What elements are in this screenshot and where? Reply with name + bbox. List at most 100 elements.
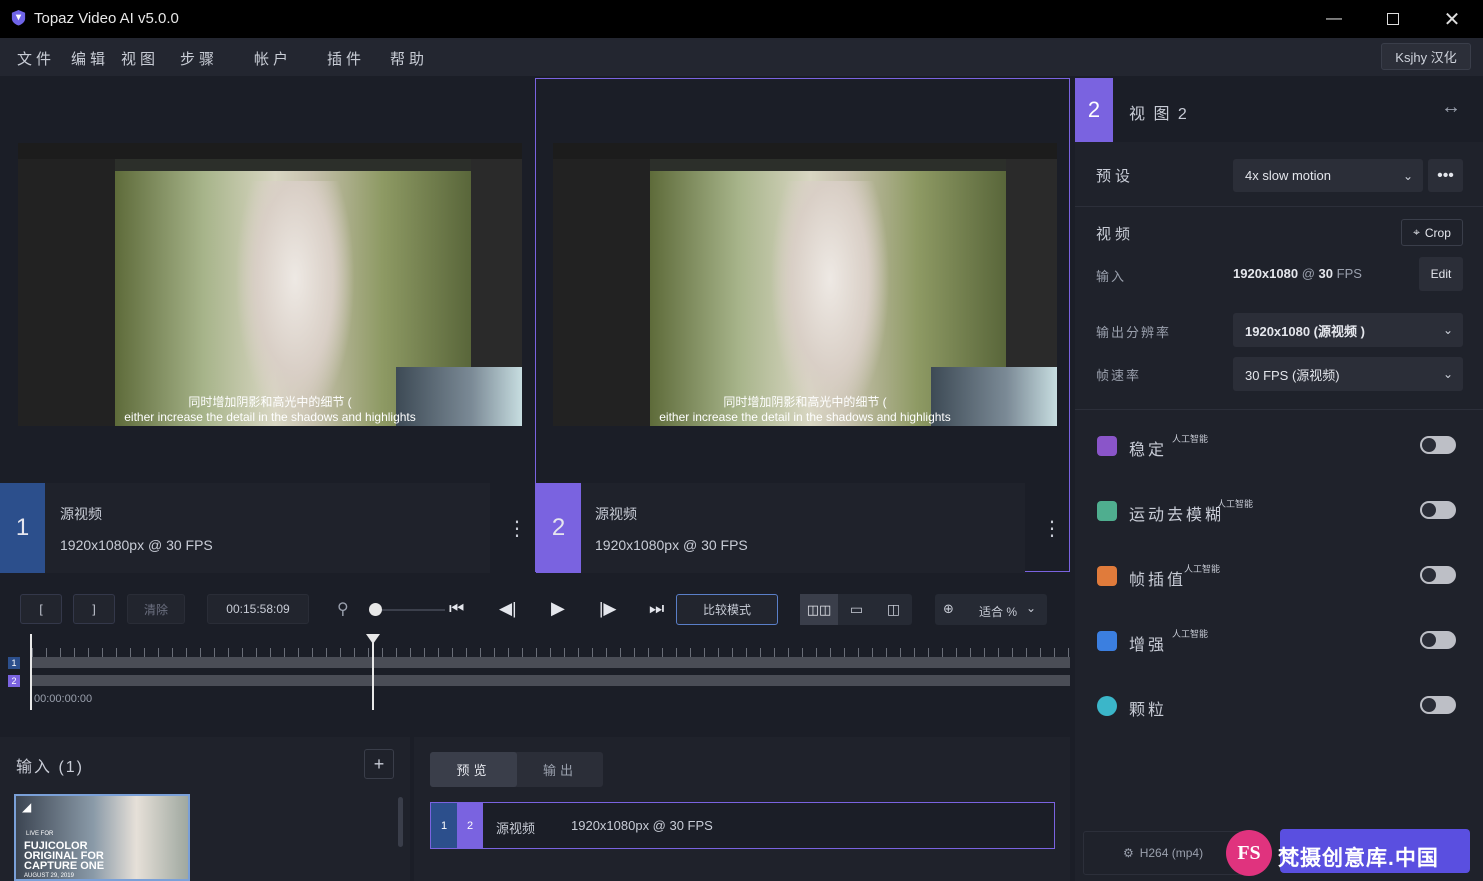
- zoom-slider-handle[interactable]: [369, 603, 382, 616]
- menu-plugins[interactable]: 插件: [327, 48, 365, 69]
- watermark-logo: FS: [1226, 830, 1272, 876]
- minimize-button[interactable]: —: [1304, 0, 1364, 38]
- grain-toggle[interactable]: [1420, 696, 1456, 714]
- timecode-field[interactable]: 00:15:58:09: [207, 594, 309, 624]
- feature-label: 运动去模糊: [1129, 507, 1225, 524]
- window-title: Topaz Video AI v5.0.0: [34, 10, 179, 27]
- frame-interpolation-toggle[interactable]: [1420, 566, 1456, 584]
- user-button[interactable]: Ksjhy 汉化: [1381, 43, 1471, 70]
- menu-view[interactable]: 视图: [121, 48, 159, 69]
- enhance-icon: [1097, 631, 1117, 651]
- title-bar: Topaz Video AI v5.0.0 — ✕: [0, 0, 1483, 38]
- compare-mode-button[interactable]: 比较模式: [676, 594, 778, 625]
- stabilize-icon: [1097, 436, 1117, 456]
- menu-file[interactable]: 文件: [17, 48, 55, 69]
- view-info-1: 1 源视频 1920x1080px @ 30 FPS: [0, 483, 490, 573]
- view-options-icon[interactable]: ⋮: [1042, 516, 1062, 541]
- motion-deblur-toggle[interactable]: [1420, 501, 1456, 519]
- feature-grain: 颗粒: [1075, 684, 1483, 749]
- side-by-side-icon[interactable]: ◫◫: [800, 594, 838, 625]
- subject-figure: [770, 181, 890, 426]
- view-info-2: 2 源视频 1920x1080px @ 30 FPS: [536, 483, 1025, 573]
- view-number-badge: 2: [1075, 78, 1113, 142]
- skip-to-end-icon[interactable]: ⏭: [649, 599, 664, 619]
- input-thumbnail[interactable]: ◢ LIVE FOR FUJICOLOR ORIGINAL FOR CAPTUR…: [14, 794, 190, 881]
- crop-button[interactable]: ⌖ Crop: [1401, 219, 1463, 246]
- codec-selector[interactable]: ⚙ H264 (mp4): [1083, 831, 1243, 875]
- edit-input-button[interactable]: Edit: [1419, 257, 1463, 291]
- view-options-icon[interactable]: ⋮: [507, 516, 527, 541]
- track-1[interactable]: [32, 657, 1070, 668]
- video-editor-toolbar: [18, 143, 522, 159]
- close-icon: ✕: [1443, 8, 1461, 31]
- ai-tag: 人工智能: [1184, 564, 1221, 574]
- chevron-down-icon: ⌄: [1402, 168, 1413, 183]
- in-point-marker[interactable]: [30, 634, 32, 710]
- zoom-icon: ⊕: [943, 601, 954, 616]
- step-back-icon[interactable]: ◀|: [499, 599, 517, 619]
- zoom-fit-select[interactable]: ⊕ 适合 % ⌄: [935, 594, 1047, 625]
- input-resolution: 1920x1080: [1233, 266, 1299, 281]
- menu-account[interactable]: 帐户: [254, 48, 292, 69]
- skip-to-start-icon[interactable]: ⏮: [449, 599, 464, 619]
- preview-tabs: 预览 输出: [430, 752, 603, 787]
- playhead-line[interactable]: [372, 640, 374, 710]
- chevron-down-icon: ⌄: [1442, 367, 1453, 381]
- menu-help[interactable]: 帮助: [390, 48, 428, 69]
- close-button[interactable]: ✕: [1422, 0, 1482, 38]
- stabilize-toggle[interactable]: [1420, 436, 1456, 454]
- subtitle-cn: 同时增加阴影和高光中的细节 (: [723, 395, 887, 409]
- more-options-button[interactable]: •••: [1428, 159, 1463, 192]
- tab-output[interactable]: 输出: [517, 752, 603, 787]
- menu-edit[interactable]: 编辑: [71, 48, 109, 69]
- video-editor-sidebar: [18, 159, 115, 426]
- feature-label: 颗粒: [1129, 702, 1168, 719]
- menu-steps[interactable]: 步骤: [180, 48, 218, 69]
- enhance-toggle[interactable]: [1420, 631, 1456, 649]
- minimize-icon: —: [1326, 10, 1342, 27]
- divider: [1075, 409, 1483, 410]
- mark-in-button[interactable]: [: [20, 594, 62, 624]
- preview-row[interactable]: 1 2 源视频 1920x1080px @ 30 FPS: [430, 802, 1055, 849]
- single-view-icon[interactable]: ▭: [838, 594, 875, 625]
- subtitle-en: either increase the detail in the shadow…: [124, 410, 416, 424]
- mark-out-button[interactable]: ]: [73, 594, 115, 624]
- view-pane-1[interactable]: 同时增加阴影和高光中的细节 ( either increase the deta…: [0, 78, 535, 573]
- timeline[interactable]: 1 2 00:00:00:00: [0, 630, 1070, 730]
- zoom-slider-track[interactable]: [373, 609, 445, 611]
- feature-label: 帧插值: [1129, 572, 1187, 589]
- input-at: @: [1301, 266, 1315, 281]
- view-source-name: 源视频: [595, 506, 637, 522]
- clear-button[interactable]: 清除: [127, 594, 185, 624]
- ai-tag: 人工智能: [1217, 499, 1254, 509]
- scrollbar[interactable]: [398, 797, 403, 847]
- view-pane-2[interactable]: 同时增加阴影和高光中的细节 ( either increase the deta…: [535, 78, 1070, 573]
- more-icon: •••: [1437, 166, 1454, 184]
- tab-preview[interactable]: 预览: [430, 752, 517, 787]
- track-2[interactable]: [32, 675, 1070, 686]
- codec-label: H264 (mp4): [1139, 846, 1204, 860]
- maximize-button[interactable]: [1363, 0, 1423, 38]
- add-input-button[interactable]: +: [364, 749, 394, 779]
- ai-tag: 人工智能: [1172, 434, 1209, 444]
- chevron-down-icon: ⌄: [1442, 323, 1453, 337]
- feature-enhance: 增强 人工智能: [1075, 619, 1483, 684]
- split-view-icon[interactable]: ◫: [875, 594, 912, 625]
- search-icon[interactable]: ⚲: [337, 599, 349, 619]
- maximize-icon: [1387, 13, 1399, 25]
- step-forward-icon[interactable]: |▶: [599, 599, 617, 619]
- frame-rate-select[interactable]: 30 FPS (源视频) ⌄: [1233, 357, 1463, 391]
- video-editor-toolbar: [553, 143, 1057, 159]
- preview-source-name: 源视频: [496, 821, 536, 836]
- chevron-down-icon: ⌄: [1026, 601, 1037, 615]
- play-icon[interactable]: ▶: [551, 598, 565, 619]
- ai-tag: 人工智能: [1172, 629, 1209, 639]
- expand-icon[interactable]: ↔: [1441, 96, 1461, 119]
- preset-select[interactable]: 4x slow motion ⌄: [1233, 159, 1423, 192]
- output-resolution-select[interactable]: 1920x1080 (源视频 ) ⌄: [1233, 313, 1463, 347]
- view-title: 视 图 2: [1129, 106, 1189, 123]
- preview-view-1-badge: 1: [431, 803, 457, 848]
- input-fps-unit: FPS: [1336, 266, 1362, 281]
- view-number-badge: 1: [0, 483, 45, 573]
- thumb-brand: LIVE FOR: [26, 831, 54, 837]
